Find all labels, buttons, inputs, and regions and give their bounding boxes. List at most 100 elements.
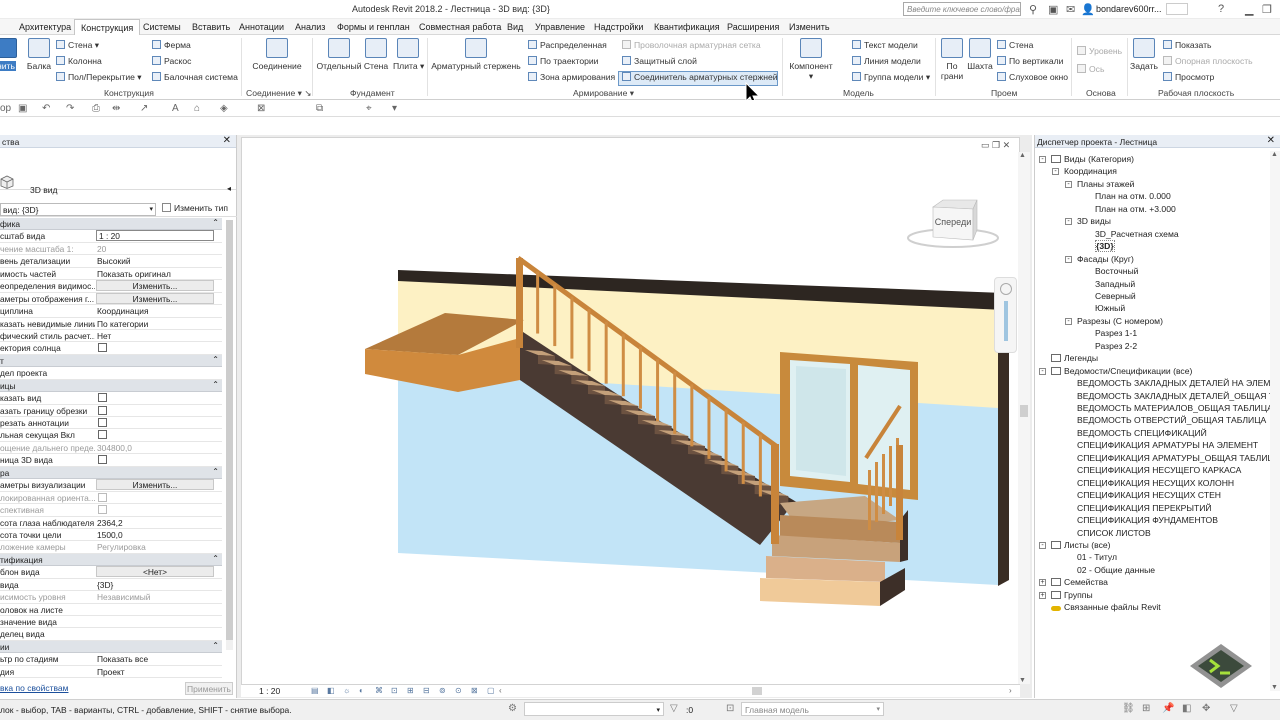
apply-button[interactable]: Применить xyxy=(185,682,233,695)
stair-3d-model[interactable] xyxy=(241,137,1019,685)
browser-item[interactable]: 3D_Расчетная схема xyxy=(1095,229,1179,239)
shaft-button[interactable]: Шахта xyxy=(966,38,994,71)
drag-elements-icon[interactable]: ✥ xyxy=(1202,703,1210,714)
properties-scrollbar[interactable] xyxy=(226,220,233,650)
slab-foundation-button[interactable]: Плита ▾ xyxy=(393,38,424,72)
visual-style-icon[interactable]: ◧ xyxy=(327,686,335,695)
tab-analyze[interactable]: Анализ xyxy=(295,22,325,32)
print-icon[interactable]: ⎙ xyxy=(92,103,100,114)
restore-icon[interactable]: ❐ xyxy=(1262,3,1272,16)
measure-icon[interactable]: ⇹ xyxy=(112,103,120,114)
collapse-icon[interactable]: ⌃ xyxy=(212,355,219,364)
close-view-icon[interactable]: ✕ xyxy=(1003,140,1011,150)
viewer-button[interactable]: Просмотр xyxy=(1163,72,1214,82)
property-value[interactable]: 2364,2 xyxy=(97,518,215,528)
select-pinned-icon[interactable]: 📌 xyxy=(1162,703,1174,714)
brace-button[interactable]: Раскос xyxy=(152,56,191,66)
vertical-opening-button[interactable]: По вертикали xyxy=(997,56,1063,66)
exchange-apps-icon[interactable] xyxy=(1166,3,1188,15)
editable-only-icon[interactable]: ⊡ xyxy=(726,703,734,714)
browser-item[interactable]: Виды (Категория) xyxy=(1051,154,1134,164)
ref-plane-button[interactable]: Опорная плоскость xyxy=(1163,56,1253,66)
minimize-icon[interactable]: ▁ xyxy=(1245,3,1253,16)
grid-button[interactable]: Ось xyxy=(1077,64,1104,74)
scrollbar-thumb[interactable] xyxy=(226,220,233,640)
property-checkbox[interactable] xyxy=(98,455,107,465)
select-links-icon[interactable]: ⛓ xyxy=(1122,703,1135,714)
worksets-icon[interactable]: ⚙ xyxy=(508,703,517,714)
collapse-icon[interactable]: - xyxy=(1065,218,1072,226)
collapse-icon[interactable]: ⌃ xyxy=(212,218,219,227)
scroll-up-icon[interactable]: ▲ xyxy=(1271,151,1278,158)
property-checkbox[interactable] xyxy=(98,505,107,515)
browser-item[interactable]: Западный xyxy=(1095,279,1135,289)
view-filter-dropdown[interactable]: вид: {3D} ▾ xyxy=(0,203,156,216)
property-value[interactable]: Независимый xyxy=(97,592,215,602)
browser-item[interactable]: Ведомости/Спецификации (все) xyxy=(1051,366,1192,376)
show-workplane-button[interactable]: Показать xyxy=(1163,40,1212,50)
close-icon[interactable]: ✕ xyxy=(1267,135,1275,146)
browser-item[interactable]: СПЕЦИФИКАЦИЯ АРМАТУРЫ НА ЭЛЕМЕНТ xyxy=(1077,440,1258,450)
collapse-icon[interactable]: ⌃ xyxy=(212,380,219,389)
zoom-icon[interactable] xyxy=(1003,301,1008,341)
property-value[interactable]: 304800,0 xyxy=(97,443,215,453)
sun-path-icon[interactable]: ☼ xyxy=(343,686,350,695)
column-button[interactable]: Колонна xyxy=(56,56,102,66)
binoculars-icon[interactable]: ⚲ xyxy=(1029,3,1037,16)
set-workplane-button[interactable]: Задать xyxy=(1129,38,1159,71)
browser-scrollbar[interactable]: ▲ ▼ xyxy=(1270,151,1280,691)
navigation-bar[interactable] xyxy=(994,277,1017,353)
collapse-icon[interactable]: - xyxy=(1039,156,1046,163)
scroll-up-icon[interactable]: ▲ xyxy=(1019,152,1026,159)
rebar-zone-button[interactable]: Зона армирования xyxy=(528,72,615,82)
component-button[interactable]: Компонент ▾ xyxy=(788,38,834,82)
beam-button[interactable]: Балка xyxy=(24,38,54,71)
wall-opening-button[interactable]: Стена xyxy=(997,40,1033,50)
minimize-view-icon[interactable]: ▭ xyxy=(981,140,990,150)
property-edit-button[interactable]: <Нет> xyxy=(96,566,214,578)
expand-icon[interactable]: + xyxy=(1039,591,1046,599)
shadows-icon[interactable]: ◐ xyxy=(359,686,364,695)
property-checkbox[interactable] xyxy=(98,393,107,403)
redo-icon[interactable]: ↷ xyxy=(66,103,74,114)
modify-button[interactable]: нить xyxy=(0,38,20,71)
browser-item[interactable]: Семейства xyxy=(1051,577,1108,587)
dimension-icon[interactable]: ↗ xyxy=(140,103,148,114)
scroll-left-icon[interactable]: ‹ xyxy=(499,686,502,695)
property-value[interactable]: Высокий xyxy=(97,256,215,266)
close-icon[interactable]: ✕ xyxy=(223,135,231,146)
browser-item[interactable]: План на отм. +3.000 xyxy=(1095,204,1176,214)
temp-hide-icon[interactable]: ⊚ xyxy=(439,686,446,695)
browser-item[interactable]: Разрез 1-1 xyxy=(1095,328,1137,338)
property-value[interactable]: Координация xyxy=(97,306,215,316)
by-face-opening-button[interactable]: По грани xyxy=(938,38,966,81)
hscroll-thumb[interactable] xyxy=(752,687,762,695)
browser-item[interactable]: 02 - Общие данные xyxy=(1077,565,1155,575)
level-button[interactable]: Уровень xyxy=(1077,46,1122,56)
property-value[interactable]: По категории xyxy=(97,319,215,329)
tab-quantification[interactable]: Квантификация xyxy=(654,22,720,32)
collapse-icon[interactable]: - xyxy=(1065,255,1072,263)
switch-windows-icon[interactable]: ⧉ xyxy=(316,103,323,114)
tab-structure[interactable]: Конструкция xyxy=(74,19,141,36)
expand-icon[interactable]: + xyxy=(1039,579,1046,587)
tab-view[interactable]: Вид xyxy=(507,22,523,32)
property-checkbox[interactable] xyxy=(98,492,107,502)
3d-view-icon[interactable]: ⌂ xyxy=(194,103,200,114)
browser-item[interactable]: СПЕЦИФИКАЦИЯ НЕСУЩИХ СТЕН xyxy=(1077,490,1221,500)
fabric-area-button[interactable]: Проволочная арматурная сетка xyxy=(622,40,761,50)
viewcube[interactable]: Спереди xyxy=(907,197,1002,252)
type-selector[interactable]: 3D вид ◂ xyxy=(0,148,236,195)
browser-item[interactable]: Восточный xyxy=(1095,266,1138,276)
property-value[interactable]: {3D} xyxy=(97,580,215,590)
tab-addins[interactable]: Надстройки xyxy=(594,22,643,32)
browser-item[interactable]: ВЕДОМОСТЬ ЗАКЛАДНЫХ ДЕТАЛЕЙ НА ЭЛЕМЕНТ xyxy=(1077,378,1280,388)
close-hidden-icon[interactable]: ⊠ xyxy=(257,103,265,114)
browser-item[interactable]: ВЕДОМОСТЬ СПЕЦИФИКАЦИЙ xyxy=(1077,428,1207,438)
tab-insert[interactable]: Вставить xyxy=(192,22,230,32)
crop-icon[interactable]: ⊡ xyxy=(391,686,398,695)
workset-dropdown[interactable]: ▾ xyxy=(524,702,664,716)
highlight-displacement-icon[interactable]: ▢ xyxy=(487,686,495,695)
floor-button[interactable]: Пол/Перекрытие ▾ xyxy=(56,72,142,83)
browser-item[interactable]: Группы xyxy=(1051,590,1093,600)
